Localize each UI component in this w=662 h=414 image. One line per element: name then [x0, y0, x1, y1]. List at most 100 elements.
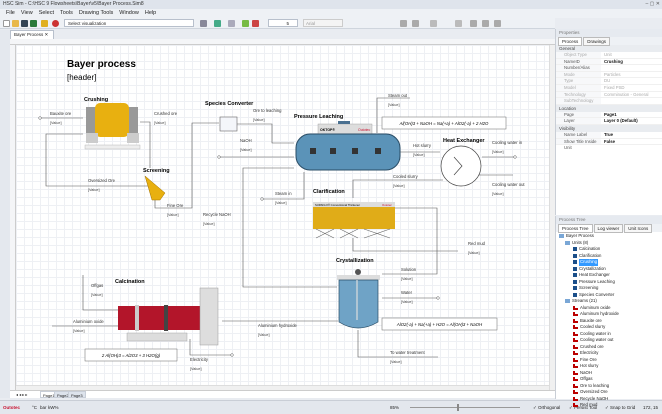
- font-name-select[interactable]: Arial: [303, 19, 343, 27]
- flip-icon[interactable]: [252, 20, 259, 27]
- stream-label-steam-in[interactable]: Steam in [Value]: [275, 191, 292, 205]
- stream-label-naoh[interactable]: NaOH [Value]: [240, 138, 252, 152]
- menu-window[interactable]: Window: [119, 10, 139, 16]
- page-tab-3[interactable]: Page3: [68, 391, 86, 398]
- unit-temperature[interactable]: °C: [32, 401, 37, 414]
- stream-line[interactable]: [154, 122, 219, 209]
- save-icon[interactable]: [21, 20, 28, 27]
- property-value[interactable]: Crushing: [601, 59, 662, 65]
- rotate-icon[interactable]: [242, 20, 249, 27]
- italic-icon[interactable]: [412, 20, 419, 27]
- new-icon[interactable]: [3, 20, 10, 27]
- page-nav-buttons[interactable]: ◂ ◂ ▸ ▸: [16, 391, 27, 398]
- property-row[interactable]: Mode Particles: [556, 71, 662, 79]
- tab-bayer-process[interactable]: Bayer Process ✕: [10, 30, 54, 39]
- menu-help[interactable]: Help: [145, 10, 156, 16]
- simulate-icon[interactable]: [52, 20, 59, 27]
- stream-label-water[interactable]: Water [Value]: [401, 290, 413, 304]
- property-row[interactable]: Number/Alias: [556, 65, 662, 72]
- property-row[interactable]: Layer Layer 0 (Default): [556, 118, 662, 125]
- property-group-visibility[interactable]: Visibility: [556, 124, 662, 132]
- tab-unit-icons[interactable]: Unit Icons: [624, 224, 653, 233]
- property-group-general[interactable]: General: [556, 45, 662, 52]
- screening-unit[interactable]: [144, 175, 166, 201]
- property-row[interactable]: Technology Comminution - General: [556, 91, 662, 99]
- menu-view[interactable]: View: [21, 10, 33, 16]
- menu-select[interactable]: Select: [39, 10, 54, 16]
- calcination-unit[interactable]: [118, 287, 219, 346]
- stream-label-cooling-water-out[interactable]: Cooling water out [Value]: [492, 182, 525, 196]
- stream-line[interactable]: [352, 238, 458, 252]
- stream-line[interactable]: [352, 179, 443, 198]
- tab-drawings[interactable]: Drawings: [583, 37, 611, 46]
- stream-label-recycle-naoh[interactable]: Recycle NaOH [Value]: [203, 212, 231, 226]
- property-value[interactable]: Page1: [601, 112, 662, 118]
- zoom-slider[interactable]: [410, 407, 520, 408]
- order-icon[interactable]: [228, 20, 235, 27]
- property-row[interactable]: Page Page1: [556, 111, 662, 119]
- stream-source-icon[interactable]: [230, 353, 234, 357]
- align-right-icon[interactable]: [494, 20, 501, 27]
- fill-color-icon[interactable]: [455, 20, 462, 27]
- line-color-icon[interactable]: [430, 20, 437, 27]
- stream-label-red-mud[interactable]: Red mud [Value]: [468, 241, 486, 255]
- bold-icon[interactable]: [400, 20, 407, 27]
- menu-tools[interactable]: Tools: [60, 10, 73, 16]
- species-converter-unit[interactable]: [219, 116, 238, 132]
- stream-label-aluminium-hydroxide[interactable]: Aluminium hydroxide [Value]: [258, 323, 298, 337]
- property-value[interactable]: [601, 65, 662, 71]
- flowsheet-diagram[interactable]: Bayer process [header] OKTOP® Outotec SU…: [16, 45, 555, 390]
- property-value[interactable]: True: [601, 132, 662, 138]
- property-row[interactable]: Show Title Inside Unit False: [556, 138, 662, 150]
- unit-power[interactable]: kW%: [48, 401, 59, 414]
- align-icon[interactable]: [200, 20, 207, 27]
- stream-source-icon[interactable]: [513, 155, 517, 159]
- stream-label-offgas[interactable]: Offgas [Value]: [91, 283, 103, 297]
- visualization-select[interactable]: Select visualization: [64, 19, 194, 27]
- stream-label-hot-slurry[interactable]: Hot slurry [Value]: [413, 143, 432, 157]
- stream-source-icon[interactable]: [217, 155, 221, 159]
- property-group-location[interactable]: Location: [556, 104, 662, 112]
- report-icon[interactable]: [41, 20, 48, 27]
- zoom-slider-thumb[interactable]: [457, 404, 459, 411]
- crystallization-unit[interactable]: [337, 269, 380, 329]
- property-value[interactable]: False: [601, 139, 662, 145]
- flowsheet-canvas[interactable]: Bayer process [header] OKTOP® Outotec SU…: [16, 45, 555, 390]
- stream-source-icon[interactable]: [38, 116, 42, 120]
- stream-label-crushed-ore[interactable]: Crushed ore [Value]: [154, 111, 178, 125]
- stream-label-ore-to-leaching[interactable]: Ore to leaching [Value]: [253, 108, 282, 122]
- stream-label-steam-out[interactable]: Steam out [Value]: [388, 93, 408, 107]
- stream-label-electricity[interactable]: Electricity [Value]: [190, 357, 209, 371]
- menu-drawing-tools[interactable]: Drawing Tools: [79, 10, 113, 16]
- property-row[interactable]: NameID Crushing: [556, 58, 662, 66]
- save-as-icon[interactable]: [30, 20, 37, 27]
- open-icon[interactable]: [12, 20, 19, 27]
- property-row[interactable]: Object Type Unit: [556, 52, 662, 59]
- stream-label-cooled-slurry[interactable]: Cooled slurry [Value]: [393, 174, 419, 188]
- stream-line[interactable]: [140, 121, 151, 168]
- stream-source-icon[interactable]: [436, 296, 440, 300]
- close-icon[interactable]: ✕: [45, 32, 49, 37]
- group-icon[interactable]: [214, 20, 221, 27]
- menu-file[interactable]: File: [6, 10, 15, 16]
- stream-label-cooling-water-in[interactable]: Cooling water in [Value]: [492, 140, 523, 154]
- clarification-unit[interactable]: SUPAFLO® Conventional Thickener Outotec: [313, 202, 395, 239]
- stream-label-fine-ore[interactable]: Fine Ore [Value]: [167, 203, 184, 217]
- font-size-input[interactable]: 5: [268, 19, 298, 27]
- align-left-icon[interactable]: [470, 20, 477, 27]
- window-controls[interactable]: – ▢ ✕: [646, 1, 660, 7]
- heat-exchanger-unit[interactable]: [440, 145, 482, 187]
- stream-label-oversized-ore[interactable]: Oversized Ore [Value]: [88, 178, 116, 192]
- property-row[interactable]: Model Fixed PSD: [556, 84, 662, 92]
- tree-item-stream[interactable]: Red mud: [559, 402, 662, 409]
- property-row[interactable]: Name Label True: [556, 131, 662, 139]
- align-center-icon[interactable]: [482, 20, 489, 27]
- tab-log-viewer[interactable]: Log viewer: [593, 224, 624, 233]
- drawing-tools-bar[interactable]: [0, 30, 10, 398]
- property-value[interactable]: Layer 0 (Default): [601, 118, 662, 124]
- unit-pressure[interactable]: bar: [40, 401, 47, 414]
- property-row[interactable]: Type DU: [556, 78, 662, 85]
- property-row[interactable]: SubTechnology: [556, 98, 662, 105]
- tab-process-tree[interactable]: Process Tree: [558, 224, 593, 233]
- crushing-unit[interactable]: [84, 103, 141, 150]
